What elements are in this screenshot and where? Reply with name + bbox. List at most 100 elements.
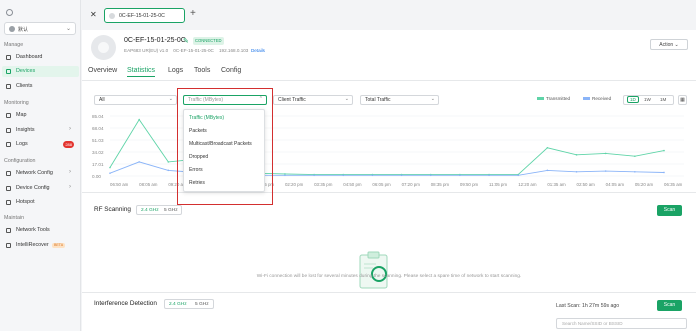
last-scan-text: Last Scan: 1h 27m 59s ago — [556, 303, 620, 309]
sidebar-item-label: Logs — [16, 141, 28, 147]
sidebar-item-logs[interactable]: Logs 288 — [2, 139, 79, 150]
device-mac: 0C-EF-15-01-25-0C — [173, 48, 214, 53]
device-ip: 192.168.0.103 — [218, 48, 249, 53]
sidebar-item-label: Hotspot — [16, 199, 35, 205]
sidebar-item-network-tools[interactable]: Network Tools — [2, 225, 79, 236]
device-info: EAP683 UR(EU) v1.0 0C-EF-15-01-25-0C 192… — [124, 48, 265, 53]
data-point — [109, 172, 111, 174]
interference-band-tabs: 2.4 GHz 5 GHz — [164, 299, 214, 309]
range-1w[interactable]: 1W — [644, 97, 651, 102]
x-tick-label: 05:20 am — [635, 182, 654, 187]
device-icon — [109, 13, 115, 19]
device-tab[interactable]: 0C-EF-15-01-25-0C — [104, 8, 185, 23]
sidebar-item-label: Clients — [16, 83, 33, 89]
x-tick-label: 08:05 am — [139, 182, 158, 187]
device-tab-bar: ✕ 0C-EF-15-01-25-0C + — [82, 0, 696, 30]
rf-band-5[interactable]: 5 GHz — [164, 208, 178, 213]
logs-icon — [6, 142, 11, 147]
data-point — [546, 146, 549, 149]
client-select[interactable]: Client Traffic ⌄ — [273, 95, 353, 105]
tab-logs[interactable]: Logs — [168, 67, 183, 74]
x-tick-label: 04:50 pm — [343, 182, 362, 187]
data-point — [459, 174, 461, 177]
sidebar-item-clients[interactable]: Clients — [2, 81, 79, 92]
section-divider — [82, 192, 696, 193]
sidebar-item-label: Network Tools — [16, 227, 50, 233]
x-tick-label: 11:05 pm — [489, 182, 507, 187]
search-input[interactable]: Search Name/SSID or BSSID — [556, 318, 687, 329]
sidebar: 默认 ⌄ Manage Dashboard Devices Clients Mo… — [0, 0, 81, 331]
sidebar-item-intellirecover[interactable]: IntelliRecover BETA — [2, 240, 79, 251]
device-config-icon — [6, 186, 11, 191]
device-name: 0C-EF-15-01-25-0C — [124, 37, 186, 44]
data-point — [371, 174, 374, 177]
device-model: EAP683 UR(EU) v1.0 — [124, 48, 169, 53]
client-value: Client Traffic — [278, 97, 306, 103]
section-divider — [82, 292, 696, 293]
legend-received[interactable]: Received — [583, 96, 611, 101]
data-point — [284, 174, 286, 177]
total-select[interactable]: Total Traffic ⌄ — [360, 95, 439, 105]
tab-overview[interactable]: Overview — [88, 67, 117, 74]
chevron-right-icon: › — [69, 169, 71, 175]
scope-select[interactable]: All ⌄ — [94, 95, 177, 105]
sidebar-item-insights[interactable]: Insights › — [2, 125, 79, 136]
action-button[interactable]: Action ⌄ — [650, 39, 688, 50]
section-manage: Manage — [4, 42, 24, 48]
dashboard-icon — [6, 55, 11, 60]
data-point — [575, 154, 578, 156]
site-selector[interactable]: 默认 ⌄ — [4, 22, 76, 35]
rf-empty-message: Wi-Fi connection will be lost for severa… — [256, 274, 522, 279]
main-panel: 0C-EF-15-01-25-0C ✎ CONNECTED EAP683 UR(… — [82, 30, 696, 331]
rf-scan-button[interactable]: Scan — [657, 205, 682, 216]
add-tab-icon[interactable]: + — [190, 8, 196, 19]
x-tick-label: 02:20 pm — [285, 182, 304, 187]
y-tick-label: 68.04 — [92, 126, 104, 131]
details-link[interactable]: Details — [251, 48, 265, 53]
data-point — [109, 166, 111, 169]
sidebar-item-devices[interactable]: Devices — [2, 66, 79, 77]
logo-icon — [6, 9, 13, 16]
sidebar-item-device-config[interactable]: Device Config › — [2, 183, 79, 194]
x-tick-label: 09:50 pm — [460, 182, 479, 187]
data-point — [429, 174, 432, 177]
received-swatch — [583, 97, 590, 101]
tools-icon — [6, 228, 11, 233]
interference-band-24[interactable]: 2.4 GHz — [169, 302, 187, 307]
calendar-icon[interactable]: ▦ — [678, 95, 687, 105]
tab-config[interactable]: Config — [221, 67, 241, 74]
close-icon[interactable]: ✕ — [90, 10, 97, 19]
data-point — [400, 174, 403, 177]
chevron-right-icon: › — [69, 126, 71, 132]
data-point — [546, 169, 549, 172]
tab-tools[interactable]: Tools — [194, 67, 210, 74]
chevron-down-icon: ⌄ — [430, 96, 435, 102]
sidebar-item-label: Device Config — [16, 185, 50, 191]
legend-transmitted[interactable]: Transmitted — [537, 96, 570, 101]
sidebar-item-hotspot[interactable]: Hotspot — [2, 197, 79, 208]
edit-icon[interactable]: ✎ — [183, 37, 189, 45]
interference-band-5[interactable]: 5 GHz — [195, 302, 209, 307]
tab-statistics[interactable]: Statistics — [127, 67, 156, 77]
status-badge: CONNECTED — [193, 37, 224, 45]
range-selector: 1D 1W 1M — [623, 95, 674, 105]
x-tick-label: 06:05 pm — [372, 182, 391, 187]
chevron-down-icon: ⌄ — [344, 96, 349, 102]
chevron-right-icon: › — [69, 184, 71, 190]
sidebar-item-dashboard[interactable]: Dashboard — [2, 52, 79, 63]
range-1m[interactable]: 1M — [660, 97, 666, 102]
sidebar-item-map[interactable]: Map — [2, 110, 79, 121]
data-point — [634, 155, 636, 158]
x-tick-label: 06:35 am — [664, 182, 683, 187]
section-maintain: Maintain — [4, 215, 25, 221]
clients-icon — [6, 84, 11, 89]
range-1d[interactable]: 1D — [627, 96, 639, 103]
data-point — [663, 171, 665, 174]
data-point — [604, 170, 607, 172]
insights-icon — [6, 128, 11, 133]
device-tab-label: 0C-EF-15-01-25-0C — [119, 13, 165, 19]
network-config-icon — [6, 171, 11, 176]
sidebar-item-network-config[interactable]: Network Config › — [2, 168, 79, 179]
rf-band-24[interactable]: 2.4 GHz — [141, 208, 159, 213]
interference-scan-button[interactable]: Scan — [657, 300, 682, 311]
